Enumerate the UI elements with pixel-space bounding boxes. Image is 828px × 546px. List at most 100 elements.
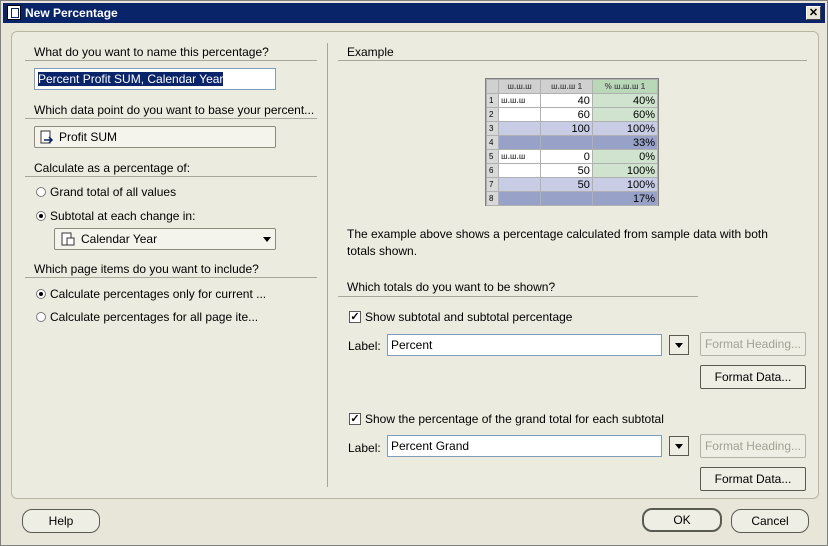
example-cell: 40 xyxy=(540,93,593,108)
show-subtotal-checkbox[interactable]: ✓ Show subtotal and subtotal percentage xyxy=(349,310,572,324)
checkbox-label: Show subtotal and subtotal percentage xyxy=(365,310,573,324)
page-items-question: Which page items do you want to include? xyxy=(34,262,259,276)
example-row: 2 60 60% xyxy=(486,107,659,122)
radio-current-page[interactable]: Calculate percentages only for current .… xyxy=(34,287,266,301)
dialog-window: New Percentage ✕ What do you want to nam… xyxy=(0,0,828,546)
divider xyxy=(25,118,317,119)
example-header: Example xyxy=(347,45,394,59)
example-cell: 100% xyxy=(591,177,659,192)
row-number: 3 xyxy=(486,121,499,136)
subtotal-item-dropdown[interactable]: Calendar Year xyxy=(54,228,276,250)
example-cell xyxy=(497,191,542,206)
example-cell: ш.ш.ш xyxy=(497,149,542,164)
datapoint-value: Profit SUM xyxy=(59,130,118,144)
subtotal-label-input[interactable]: Percent xyxy=(387,334,662,356)
cancel-button[interactable]: Cancel xyxy=(731,509,809,533)
percentage-name-value: Percent Profit SUM, Calendar Year xyxy=(38,72,224,86)
row-number: 5 xyxy=(486,149,499,164)
divider xyxy=(25,60,317,61)
show-grand-checkbox[interactable]: ✓ Show the percentage of the grand total… xyxy=(349,412,664,426)
page-item-icon xyxy=(61,232,75,246)
example-row: 7 50 100% xyxy=(486,177,659,192)
chevron-down-icon xyxy=(263,237,271,242)
example-cell xyxy=(540,135,593,150)
example-cell: 60 xyxy=(540,107,593,122)
radio-subtotal[interactable]: Subtotal at each change in: xyxy=(34,209,195,223)
example-cell: 0 xyxy=(540,149,593,164)
example-cell: 60% xyxy=(591,107,659,122)
row-number: 6 xyxy=(486,163,499,178)
dialog-title: New Percentage xyxy=(25,6,118,20)
checkbox-label: Show the percentage of the grand total f… xyxy=(365,412,664,426)
row-number: 8 xyxy=(486,191,499,206)
subtotal-item-value: Calendar Year xyxy=(81,232,158,246)
app-icon xyxy=(7,5,21,20)
example-cell xyxy=(540,191,593,206)
example-row: 3 100 100% xyxy=(486,121,659,136)
example-row: 1 ш.ш.ш 40 40% xyxy=(486,93,659,108)
radio-all-pages[interactable]: Calculate percentages for all page ite..… xyxy=(34,310,258,324)
example-cell xyxy=(497,107,542,122)
checkmark-icon: ✓ xyxy=(349,413,361,425)
row-number: 4 xyxy=(486,135,499,150)
format-data-button-2[interactable]: Format Data... xyxy=(700,467,806,491)
divider xyxy=(338,60,807,61)
example-cell xyxy=(497,121,542,136)
radio-label: Grand total of all values xyxy=(50,185,177,199)
example-cell: 100 xyxy=(540,121,593,136)
radio-selected-icon xyxy=(36,211,46,221)
example-cell: 50 xyxy=(540,163,593,178)
example-cell: 40% xyxy=(591,93,659,108)
totals-question: Which totals do you want to be shown? xyxy=(347,280,556,294)
ok-button[interactable]: OK xyxy=(642,508,722,532)
example-row: 5 ш.ш.ш 0 0% xyxy=(486,149,659,164)
subtotal-label-value: Percent xyxy=(391,338,433,352)
datapoint-question: Which data point do you want to base you… xyxy=(34,103,315,117)
example-description: The example above shows a percentage cal… xyxy=(347,227,768,258)
example-cell xyxy=(497,135,542,150)
corner-cell xyxy=(486,79,499,94)
example-row: 4 33% xyxy=(486,135,659,150)
radio-label: Calculate percentages for all page ite..… xyxy=(50,310,259,324)
row-number: 7 xyxy=(486,177,499,192)
help-button[interactable]: Help xyxy=(22,509,100,533)
example-cell: 33% xyxy=(591,135,659,150)
radio-grand-total[interactable]: Grand total of all values xyxy=(34,185,176,199)
grand-label-dropdown-button[interactable] xyxy=(669,436,689,456)
close-button[interactable]: ✕ xyxy=(806,6,821,20)
example-col-header: % ш.ш.ш 1 xyxy=(591,79,659,94)
grand-label-value: Percent Grand xyxy=(391,439,470,453)
example-cell xyxy=(497,177,542,192)
format-data-button[interactable]: Format Data... xyxy=(700,365,806,389)
radio-icon xyxy=(36,187,46,197)
format-heading-button[interactable]: Format Heading... xyxy=(700,332,806,356)
grand-label-caption: Label: xyxy=(348,441,381,455)
radio-selected-icon xyxy=(36,289,46,299)
vertical-separator xyxy=(327,43,328,487)
format-heading-button-2[interactable]: Format Heading... xyxy=(700,434,806,458)
grand-label-input[interactable]: Percent Grand xyxy=(387,435,662,457)
row-number: 1 xyxy=(486,93,499,108)
example-cell: ш.ш.ш xyxy=(497,93,542,108)
radio-label: Subtotal at each change in: xyxy=(50,209,196,223)
example-col-header: ш.ш.ш 1 xyxy=(540,79,593,94)
example-cell: 100% xyxy=(591,163,659,178)
subtotal-label-dropdown-button[interactable] xyxy=(669,335,689,355)
example-header-row: ш.ш.ш ш.ш.ш 1 % ш.ш.ш 1 xyxy=(486,79,659,94)
row-number: 2 xyxy=(486,107,499,122)
checkmark-icon: ✓ xyxy=(349,311,361,323)
example-col-header: ш.ш.ш xyxy=(497,79,542,94)
title-bar: New Percentage ✕ xyxy=(3,3,825,23)
radio-icon xyxy=(36,312,46,322)
example-cell xyxy=(497,163,542,178)
datapoint-field[interactable]: Profit SUM xyxy=(34,126,276,148)
divider xyxy=(25,277,317,278)
data-point-icon xyxy=(40,130,54,144)
example-table: ш.ш.ш ш.ш.ш 1 % ш.ш.ш 1 1 ш.ш.ш 40 40% 2… xyxy=(485,78,659,206)
example-cell: 0% xyxy=(591,149,659,164)
divider xyxy=(25,176,317,177)
example-row: 8 17% xyxy=(486,191,659,206)
percentage-name-input[interactable]: Percent Profit SUM, Calendar Year xyxy=(34,68,276,90)
subtotal-label-caption: Label: xyxy=(348,339,381,353)
example-cell: 17% xyxy=(591,191,659,206)
